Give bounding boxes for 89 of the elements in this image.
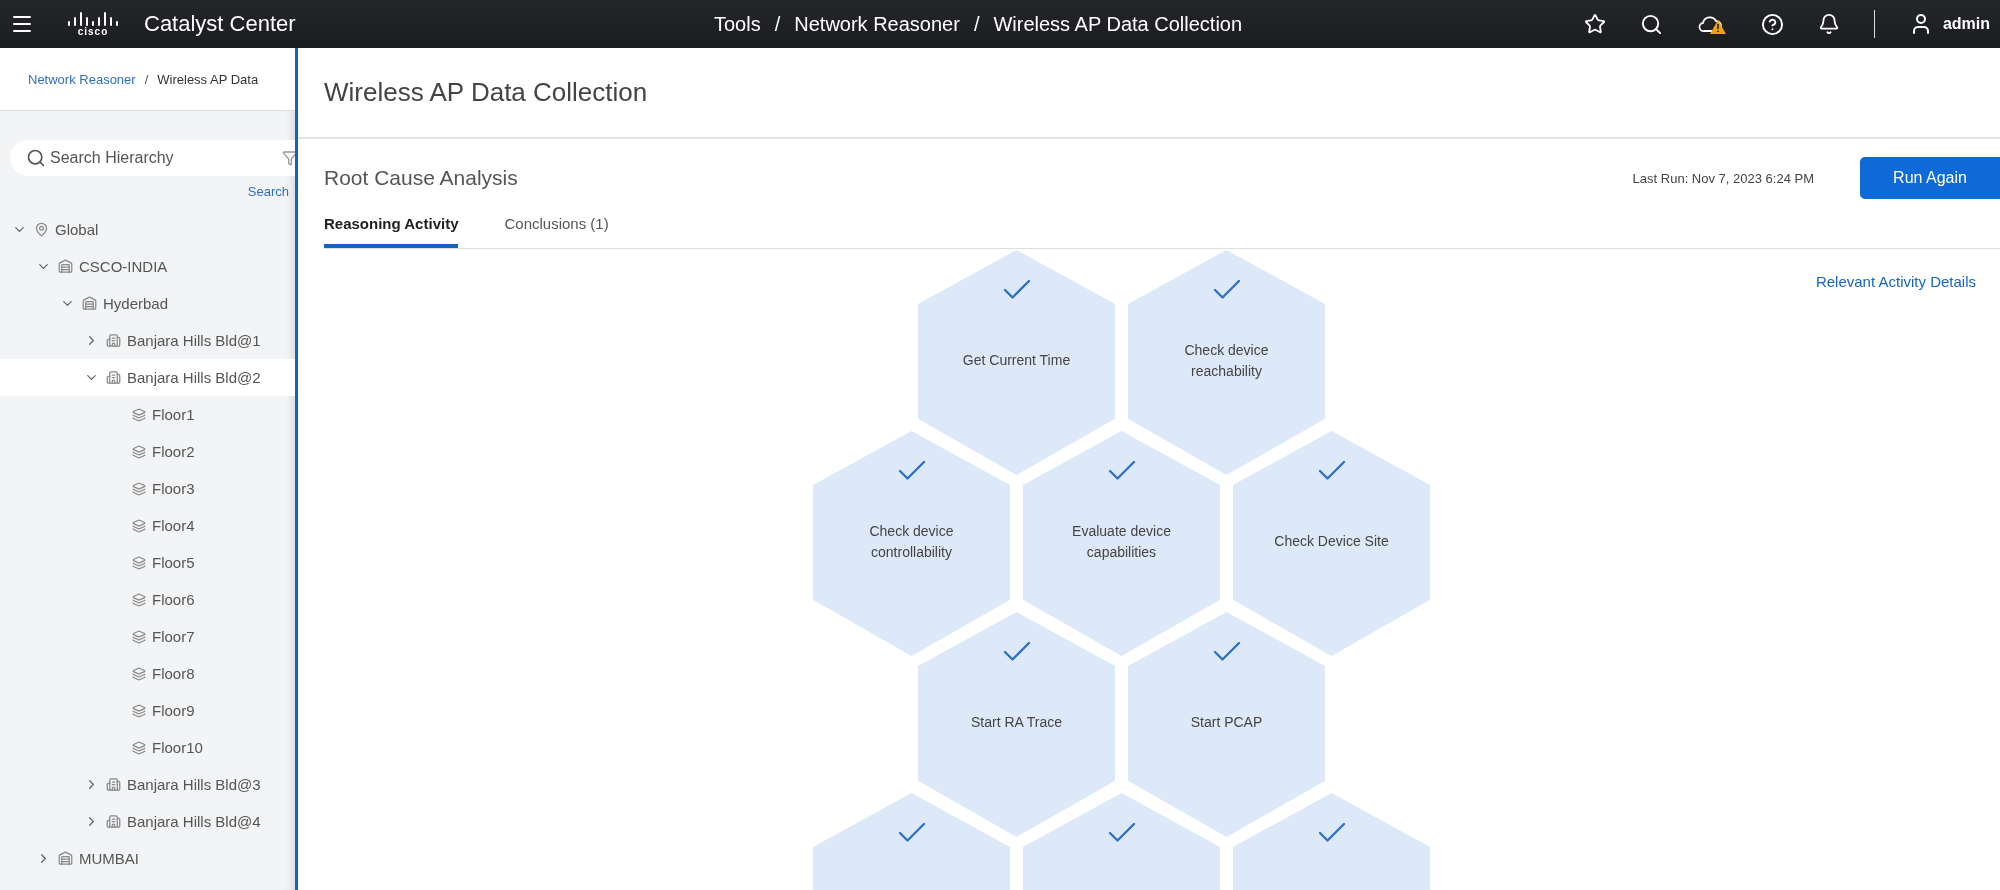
cloud-warning-icon[interactable]	[1696, 13, 1727, 35]
tree-item-label: Hyderbad	[103, 295, 169, 312]
star-icon[interactable]	[1583, 13, 1606, 35]
tree-item-label: Floor2	[152, 443, 195, 460]
tree-item-label: Global	[55, 221, 99, 238]
tree-item[interactable]: Floor10	[0, 729, 295, 766]
tree-item[interactable]: Floor5	[0, 544, 295, 581]
layers-icon	[132, 666, 146, 681]
buildings-icon	[58, 851, 73, 866]
tree-item-label: Floor6	[152, 591, 195, 608]
activity-label: Check Device Site	[1274, 532, 1389, 551]
layers-icon	[132, 555, 146, 570]
breadcrumb-link[interactable]: Network Reasoner	[28, 71, 136, 87]
activity-label: Start PCAP	[1190, 713, 1263, 732]
breadcrumb-item[interactable]: Tools	[714, 12, 761, 36]
breadcrumb-separator: /	[774, 12, 781, 36]
tree-item[interactable]: Global	[0, 211, 295, 248]
layers-icon	[132, 444, 146, 459]
tree-item[interactable]: Banjara Hills Bld@4	[0, 803, 295, 840]
tree-item[interactable]: Floor6	[0, 581, 295, 618]
page-title: Wireless AP Data Collection	[324, 77, 648, 108]
logo-text: cisco	[77, 27, 109, 37]
buildings-icon	[82, 296, 97, 311]
tree-item-label: Floor7	[152, 628, 195, 645]
tree-item[interactable]: Floor8	[0, 655, 295, 692]
breadcrumb-separator: /	[973, 12, 980, 36]
tree-item-label: MUMBAI	[79, 850, 139, 867]
pin-icon	[34, 222, 49, 237]
activity-label: Evaluate device capabilities	[1071, 521, 1172, 562]
layers-icon	[132, 518, 146, 533]
building-icon	[106, 777, 121, 792]
breadcrumb-separator: /	[144, 71, 149, 87]
filter-icon[interactable]	[282, 150, 295, 166]
tree-item[interactable]: Floor9	[0, 692, 295, 729]
tree-item[interactable]: CSCO-INDIA	[0, 248, 295, 285]
breadcrumb-current: Wireless AP Data	[157, 71, 259, 87]
activity-label: Check device controllability	[868, 521, 955, 562]
tree-item[interactable]: MUMBAI	[0, 840, 295, 877]
search-icon	[26, 148, 46, 168]
tree-item-label: Floor9	[152, 702, 195, 719]
tree-item[interactable]: Hyderbad	[0, 285, 295, 322]
search-field[interactable]: Search Hierarchy	[10, 140, 295, 176]
app-name: Catalyst Center	[144, 11, 296, 37]
buildings-icon	[58, 259, 73, 274]
tree-item-label: CSCO-INDIA	[79, 258, 168, 275]
tree-item[interactable]: Floor2	[0, 433, 295, 470]
tree-item[interactable]: Floor7	[0, 618, 295, 655]
user-name[interactable]: admin	[1942, 15, 1990, 33]
layers-icon	[132, 481, 146, 496]
help-icon[interactable]	[1760, 12, 1784, 36]
tab[interactable]: Reasoning Activity	[324, 211, 459, 248]
tree-item-label: Floor8	[152, 665, 195, 682]
activity-label: Start RA Trace	[970, 713, 1062, 732]
tree-item-label: Floor4	[152, 517, 195, 534]
tab[interactable]: Conclusions (1)	[504, 211, 609, 248]
layers-icon	[132, 407, 146, 422]
tree-item[interactable]: Banjara Hills Bld@1	[0, 322, 295, 359]
run-again-button[interactable]: Run Again	[1860, 157, 2000, 199]
activity-label: Get Current Time	[962, 351, 1071, 370]
tree-item-label: Banjara Hills Bld@3	[127, 776, 261, 793]
tree-item-label: Floor5	[152, 554, 195, 571]
layers-icon	[132, 592, 146, 607]
tree-item-label: Banjara Hills Bld@1	[127, 332, 261, 349]
section-title: Root Cause Analysis	[324, 166, 518, 190]
tree-item-label: Floor1	[152, 406, 195, 423]
tree-item-label: Floor3	[152, 480, 195, 497]
layers-icon	[132, 703, 146, 718]
tree-item[interactable]: Banjara Hills Bld@2	[0, 359, 295, 396]
tree-item-label: Banjara Hills Bld@2	[127, 369, 261, 386]
building-icon	[106, 370, 121, 385]
activity-label: Check device reachability	[1183, 340, 1270, 381]
tree-item[interactable]: Floor4	[0, 507, 295, 544]
breadcrumb-item[interactable]: Network Reasoner	[794, 12, 960, 36]
tree-item-label: Banjara Hills Bld@4	[127, 813, 261, 830]
tree-item[interactable]: Floor1	[0, 396, 295, 433]
tree-item-label: Floor10	[152, 739, 203, 756]
building-icon	[106, 814, 121, 829]
search-link[interactable]: Search	[0, 184, 295, 199]
breadcrumb-item: Wireless AP Data Collection	[993, 12, 1243, 36]
tree-item[interactable]: Floor3	[0, 470, 295, 507]
details-link[interactable]: Relevant Activity Details	[1815, 273, 1976, 291]
bell-icon[interactable]	[1817, 13, 1840, 35]
layers-icon	[132, 740, 146, 755]
search-icon[interactable]	[1639, 12, 1663, 36]
logo-bars-icon	[67, 11, 119, 27]
building-icon	[106, 333, 121, 348]
last-run-text: Last Run: Nov 7, 2023 6:24 PM	[1632, 170, 1814, 186]
tree-item[interactable]: Banjara Hills Bld@3	[0, 766, 295, 803]
layers-icon	[132, 629, 146, 644]
